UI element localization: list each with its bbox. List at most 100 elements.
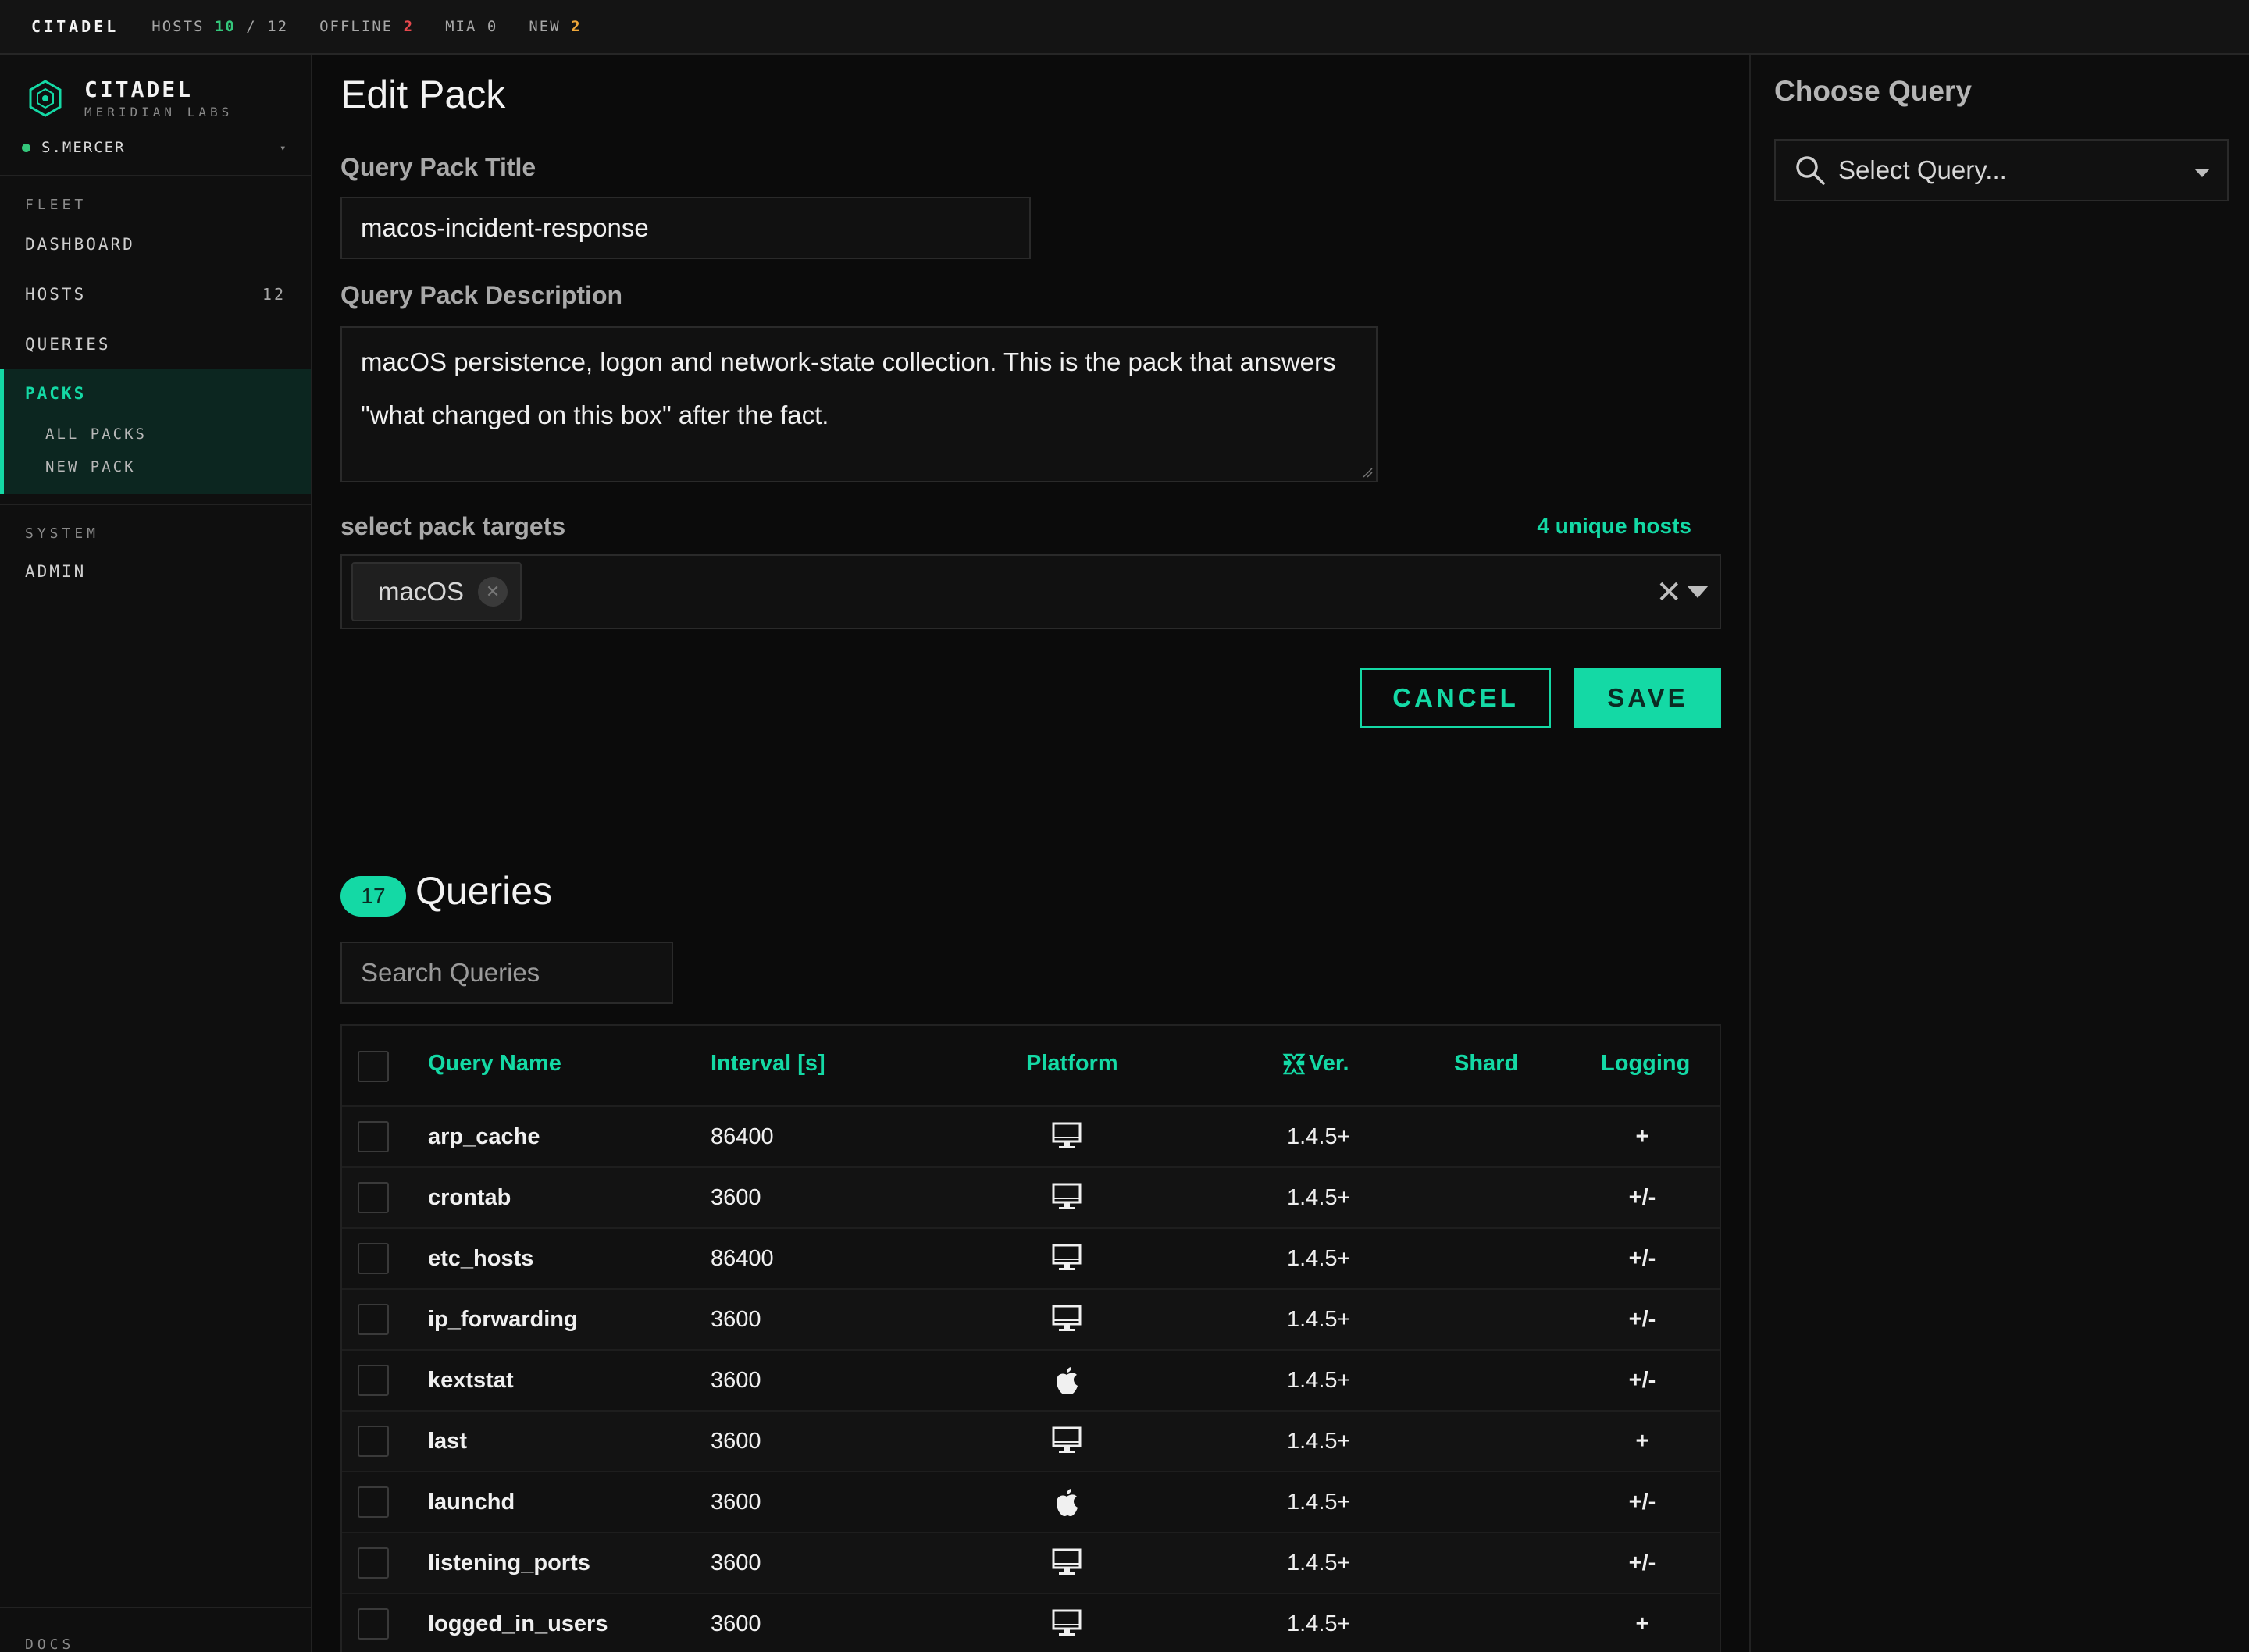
table-row[interactable]: listening_ports 3600 1.4.5+ +/- [342, 1532, 1720, 1593]
cancel-button[interactable]: CANCEL [1360, 668, 1551, 728]
query-version: 1.4.5+ [1287, 1185, 1351, 1210]
clear-icon[interactable]: ✕ [1656, 575, 1682, 611]
query-name[interactable]: last [428, 1429, 467, 1454]
desktop-icon [1051, 1304, 1082, 1337]
column-header-interval[interactable]: Interval [s] [711, 1051, 825, 1077]
pack-description-textarea[interactable]: macOS persistence, logon and network-sta… [340, 326, 1378, 482]
choose-query-title: Choose Query [1774, 75, 1972, 107]
select-query-dropdown[interactable]: Select Query... [1774, 139, 2229, 201]
query-interval: 86400 [711, 1246, 774, 1271]
query-name[interactable]: arp_cache [428, 1124, 540, 1150]
hosts-stat[interactable]: HOSTS 10 / 12 [151, 18, 288, 35]
table-row[interactable]: ip_forwarding 3600 1.4.5+ +/- [342, 1288, 1720, 1349]
mia-stat[interactable]: MIA 0 [445, 18, 497, 35]
query-name[interactable]: launchd [428, 1490, 515, 1515]
hosts-count: 12 [262, 285, 286, 304]
unique-hosts-count: 4 unique hosts [1537, 514, 1691, 538]
desktop-icon [1051, 1243, 1082, 1276]
pack-title-input[interactable]: macos-incident-response [340, 197, 1031, 259]
row-checkbox[interactable] [358, 1304, 389, 1335]
chevron-down-icon[interactable] [2194, 169, 2210, 177]
sidebar-item-new-pack[interactable]: NEW PACK [4, 450, 311, 483]
query-interval: 3600 [711, 1429, 761, 1454]
edit-pack-main: Edit Pack Query Pack Title macos-inciden… [314, 55, 1749, 1652]
query-interval: 3600 [711, 1490, 761, 1515]
online-status-dot [22, 143, 30, 152]
query-interval: 3600 [711, 1185, 761, 1210]
column-header-shard[interactable]: Shard [1454, 1051, 1518, 1077]
table-row[interactable]: last 3600 1.4.5+ + [342, 1410, 1720, 1471]
sidebar-item-dashboard[interactable]: DASHBOARD [0, 219, 311, 269]
hexagon-logo-icon [29, 80, 62, 117]
org-name: MERIDIAN LABS [84, 105, 233, 119]
select-all-checkbox[interactable] [358, 1051, 389, 1082]
row-checkbox[interactable] [358, 1608, 389, 1640]
queries-table: Query Name Interval [s] Platform Ver. Sh… [340, 1024, 1721, 1652]
apple-icon [1053, 1365, 1081, 1400]
query-logging: + [1635, 1429, 1649, 1454]
table-row[interactable]: launchd 3600 1.4.5+ +/- [342, 1471, 1720, 1532]
column-header-version[interactable]: Ver. [1282, 1051, 1349, 1077]
query-name[interactable]: etc_hosts [428, 1246, 533, 1272]
query-version: 1.4.5+ [1287, 1368, 1351, 1393]
sidebar-section-fleet: FLEET [25, 197, 87, 213]
query-name[interactable]: crontab [428, 1185, 511, 1211]
table-row[interactable]: etc_hosts 86400 1.4.5+ +/- [342, 1227, 1720, 1288]
sidebar-item-docs[interactable]: DOCS [0, 1607, 311, 1652]
chevron-down-icon[interactable]: ▾ [280, 142, 286, 155]
chevron-down-icon[interactable] [1687, 586, 1709, 598]
row-checkbox[interactable] [358, 1121, 389, 1152]
table-row[interactable]: kextstat 3600 1.4.5+ +/- [342, 1349, 1720, 1410]
sidebar-item-admin[interactable]: ADMIN [0, 547, 311, 596]
column-header-name[interactable]: Query Name [428, 1051, 561, 1077]
row-checkbox[interactable] [358, 1243, 389, 1274]
target-chip-macos[interactable]: macOS ✕ [351, 562, 522, 621]
query-version: 1.4.5+ [1287, 1246, 1351, 1271]
query-version: 1.4.5+ [1287, 1551, 1351, 1575]
pack-targets-label: select pack targets [340, 512, 566, 540]
sidebar-section-system: SYSTEM [25, 525, 100, 542]
sidebar-item-hosts[interactable]: HOSTS 12 [0, 269, 311, 319]
save-button[interactable]: SAVE [1574, 668, 1721, 728]
table-row[interactable]: crontab 3600 1.4.5+ +/- [342, 1166, 1720, 1227]
remove-chip-icon[interactable]: ✕ [478, 577, 508, 607]
row-checkbox[interactable] [358, 1547, 389, 1579]
table-body: arp_cache 86400 1.4.5+ + crontab 3600 1.4.5+ +/… [342, 1105, 1720, 1652]
table-row[interactable]: logged_in_users 3600 1.4.5+ + [342, 1593, 1720, 1652]
query-logging: +/- [1628, 1551, 1656, 1575]
topbar-brand: CITADEL [31, 17, 119, 36]
offline-stat[interactable]: OFFLINE 2 [319, 18, 414, 35]
query-name[interactable]: ip_forwarding [428, 1307, 578, 1333]
osquery-logo-icon [1282, 1053, 1306, 1074]
row-checkbox[interactable] [358, 1182, 389, 1213]
table-row[interactable]: arp_cache 86400 1.4.5+ + [342, 1105, 1720, 1166]
pack-title-label: Query Pack Title [340, 153, 536, 181]
query-logging: +/- [1628, 1185, 1656, 1210]
desktop-icon [1051, 1547, 1082, 1581]
column-header-platform[interactable]: Platform [1026, 1051, 1118, 1077]
sidebar-item-queries[interactable]: QUERIES [0, 319, 311, 369]
query-name[interactable]: listening_ports [428, 1551, 590, 1576]
search-queries-input[interactable]: Search Queries [340, 942, 673, 1004]
resize-handle-icon[interactable] [1362, 467, 1373, 478]
user-menu[interactable]: S.MERCER [22, 139, 126, 156]
query-name[interactable]: kextstat [428, 1368, 514, 1394]
row-checkbox[interactable] [358, 1486, 389, 1518]
query-name[interactable]: logged_in_users [428, 1611, 608, 1637]
desktop-icon [1051, 1121, 1082, 1155]
app-name: CITADEL [84, 77, 194, 102]
sidebar-item-all-packs[interactable]: ALL PACKS [4, 418, 311, 450]
query-interval: 3600 [711, 1551, 761, 1575]
query-logging: + [1635, 1124, 1649, 1149]
row-checkbox[interactable] [358, 1426, 389, 1457]
new-stat[interactable]: NEW 2 [529, 18, 581, 35]
query-version: 1.4.5+ [1287, 1490, 1351, 1515]
sidebar-header: CITADEL MERIDIAN LABS S.MERCER ▾ [0, 55, 311, 176]
query-interval: 3600 [711, 1307, 761, 1332]
query-count-badge: 17 [340, 876, 406, 917]
sidebar-item-packs[interactable]: PACKS ALL PACKS NEW PACK [0, 369, 311, 494]
choose-query-panel: Choose Query Select Query... [1749, 55, 2249, 1652]
column-header-logging[interactable]: Logging [1601, 1051, 1690, 1077]
pack-targets-select[interactable]: macOS ✕ ✕ [340, 554, 1721, 629]
row-checkbox[interactable] [358, 1365, 389, 1396]
